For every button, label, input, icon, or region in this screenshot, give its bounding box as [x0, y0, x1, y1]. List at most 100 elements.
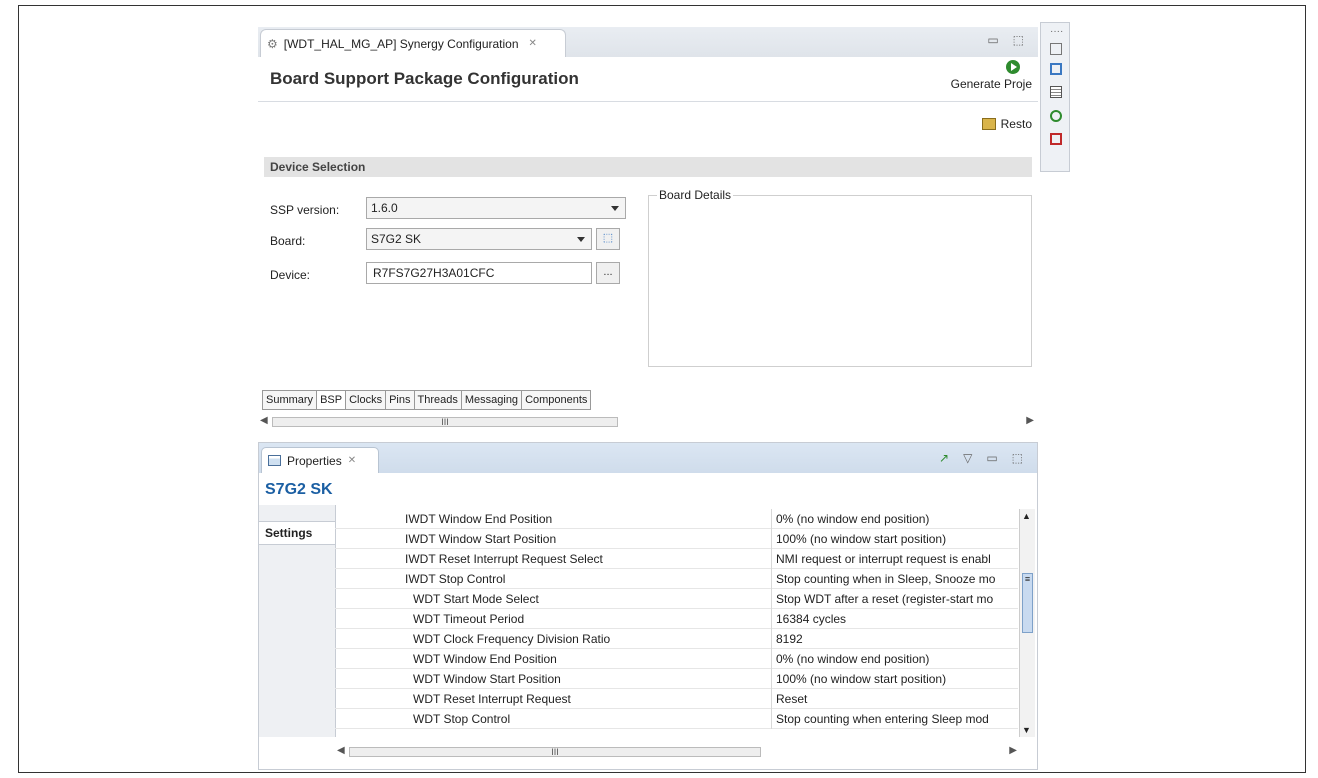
- maximize-icon[interactable]: ⬚: [1012, 451, 1023, 465]
- scroll-left-icon[interactable]: ◀: [260, 415, 268, 426]
- property-value[interactable]: Reset: [776, 692, 1016, 706]
- scroll-thumb[interactable]: III: [272, 417, 618, 427]
- minimize-icon[interactable]: ▭: [987, 33, 998, 47]
- document-icon[interactable]: [1050, 86, 1062, 98]
- table-row[interactable]: WDT Reset Interrupt Request Reset: [335, 689, 1018, 709]
- synergy-configuration-editor: ⚙ [WDT_HAL_MG_AP] Synergy Configuration …: [258, 27, 1038, 435]
- property-value[interactable]: 16384 cycles: [776, 612, 1016, 626]
- scroll-thumb[interactable]: ≡: [1022, 573, 1033, 633]
- property-value[interactable]: Stop WDT after a reset (register-start m…: [776, 592, 1016, 606]
- table-row[interactable]: WDT Window End Position 0% (no window end…: [335, 649, 1018, 669]
- ssp-version-select[interactable]: 1.6.0: [366, 197, 626, 219]
- maximize-icon[interactable]: ⬚: [1013, 33, 1024, 47]
- properties-sidebar: Settings: [259, 505, 336, 737]
- tab-bsp[interactable]: BSP: [317, 391, 347, 409]
- tab-settings[interactable]: Settings: [259, 521, 335, 545]
- editor-tabbar: ⚙ [WDT_HAL_MG_AP] Synergy Configuration …: [258, 27, 1038, 57]
- page-title: Board Support Package Configuration: [270, 69, 579, 88]
- editor-horizontal-scrollbar[interactable]: ◀ III ▶: [258, 415, 1038, 429]
- properties-table: IWDT Window End Position 0% (no window en…: [335, 509, 1018, 729]
- scroll-thumb[interactable]: III: [349, 747, 761, 757]
- property-value[interactable]: Stop counting when entering Sleep mod: [776, 712, 1016, 726]
- property-name: IWDT Window End Position: [405, 512, 553, 526]
- generate-project-button[interactable]: Generate Proje: [951, 60, 1032, 91]
- table-row[interactable]: IWDT Window Start Position 100% (no windo…: [335, 529, 1018, 549]
- close-icon[interactable]: ✕: [529, 38, 537, 49]
- scroll-down-icon[interactable]: ▼: [1022, 725, 1031, 735]
- import-icon: ⬚: [602, 232, 614, 244]
- overflow-icon[interactable]: ····: [1050, 26, 1063, 38]
- device-label: Device:: [270, 268, 311, 282]
- property-name: WDT Window End Position: [413, 652, 557, 666]
- table-row[interactable]: IWDT Reset Interrupt Request Select NMI r…: [335, 549, 1018, 569]
- property-name: WDT Start Mode Select: [413, 592, 539, 606]
- properties-view: Properties ✕ ↗ ▽ ▭ ⬚ S7G2 SK Settings IW…: [258, 442, 1038, 770]
- restore-defaults-button[interactable]: Resto: [981, 117, 1032, 131]
- outline-icon[interactable]: [1050, 63, 1062, 75]
- scroll-right-icon[interactable]: ▶: [1026, 415, 1034, 426]
- device-field[interactable]: R7FS7G27H3A01CFC: [366, 262, 592, 284]
- device-browse-button[interactable]: ...: [596, 262, 620, 284]
- table-row[interactable]: IWDT Stop Control Stop counting when in S…: [335, 569, 1018, 589]
- property-value[interactable]: 100% (no window start position): [776, 532, 1016, 546]
- pdf-icon[interactable]: [1050, 133, 1062, 145]
- pin-icon[interactable]: ↗: [939, 451, 949, 465]
- board-select[interactable]: S7G2 SK: [366, 228, 592, 250]
- table-row[interactable]: WDT Clock Frequency Division Ratio 8192: [335, 629, 1018, 649]
- board-label: Board:: [270, 234, 306, 248]
- close-icon[interactable]: ✕: [348, 455, 356, 466]
- properties-tab[interactable]: Properties ✕: [261, 447, 379, 473]
- target-icon[interactable]: [1050, 110, 1062, 122]
- table-row[interactable]: WDT Stop Control Stop counting when enter…: [335, 709, 1018, 729]
- tab-summary[interactable]: Summary: [263, 391, 318, 409]
- generate-project-label: Generate Proje: [950, 77, 1032, 91]
- play-icon: [1006, 60, 1020, 74]
- properties-icon: [268, 455, 281, 466]
- scroll-grip: III: [441, 417, 449, 427]
- scroll-grip: III: [551, 747, 559, 757]
- tab-messaging[interactable]: Messaging: [462, 391, 523, 409]
- view-menu-icon[interactable]: ▽: [963, 451, 972, 465]
- ssp-version-value: 1.6.0: [371, 201, 398, 215]
- tab-threads[interactable]: Threads: [415, 391, 462, 409]
- property-value[interactable]: NMI request or interrupt request is enab…: [776, 552, 1016, 566]
- editor-tab[interactable]: ⚙ [WDT_HAL_MG_AP] Synergy Configuration …: [260, 29, 566, 57]
- device-selection-header: Device Selection: [264, 157, 1032, 177]
- property-name: WDT Reset Interrupt Request: [413, 692, 571, 706]
- scroll-left-icon[interactable]: ◀: [337, 745, 345, 756]
- table-row[interactable]: WDT Start Mode Select Stop WDT after a re…: [335, 589, 1018, 609]
- table-row[interactable]: WDT Window Start Position 100% (no window…: [335, 669, 1018, 689]
- side-toolbar: ····: [1040, 22, 1070, 172]
- configuration-subtabs: Summary BSP Clocks Pins Threads Messagin…: [262, 390, 592, 410]
- tab-pins[interactable]: Pins: [386, 391, 415, 409]
- property-value[interactable]: 0% (no window end position): [776, 512, 1016, 526]
- scroll-right-icon[interactable]: ▶: [1009, 745, 1017, 756]
- restore-view-icon[interactable]: [1050, 43, 1062, 55]
- properties-horizontal-scrollbar[interactable]: ◀ III ▶: [335, 745, 1021, 759]
- board-import-button[interactable]: ⬚: [596, 228, 620, 250]
- property-value[interactable]: 100% (no window start position): [776, 672, 1016, 686]
- tab-clocks[interactable]: Clocks: [346, 391, 387, 409]
- table-row[interactable]: WDT Timeout Period 16384 cycles: [335, 609, 1018, 629]
- property-value[interactable]: Stop counting when in Sleep, Snooze mo: [776, 572, 1016, 586]
- minimize-icon[interactable]: ▭: [986, 451, 997, 465]
- properties-tab-label: Properties: [287, 453, 342, 468]
- property-value[interactable]: 8192: [776, 632, 1016, 646]
- property-name: WDT Window Start Position: [413, 672, 561, 686]
- ssp-version-label: SSP version:: [270, 203, 340, 217]
- scroll-up-icon[interactable]: ▲: [1022, 511, 1031, 521]
- properties-vertical-scrollbar[interactable]: ▲ ≡ ▼: [1019, 509, 1035, 737]
- board-value: S7G2 SK: [371, 232, 422, 246]
- restore-icon: [981, 118, 996, 130]
- chevron-down-icon: [577, 237, 585, 242]
- tab-components[interactable]: Components: [522, 391, 590, 409]
- divider: [258, 101, 1038, 102]
- property-value[interactable]: 0% (no window end position): [776, 652, 1016, 666]
- property-name: WDT Stop Control: [413, 712, 511, 726]
- table-row[interactable]: IWDT Window End Position 0% (no window en…: [335, 509, 1018, 529]
- properties-title: S7G2 SK: [265, 481, 333, 498]
- property-name: IWDT Reset Interrupt Request Select: [405, 552, 603, 566]
- restore-label: Resto: [1000, 117, 1032, 131]
- properties-header: Properties ✕ ↗ ▽ ▭ ⬚: [259, 443, 1037, 473]
- property-name: IWDT Window Start Position: [405, 532, 557, 546]
